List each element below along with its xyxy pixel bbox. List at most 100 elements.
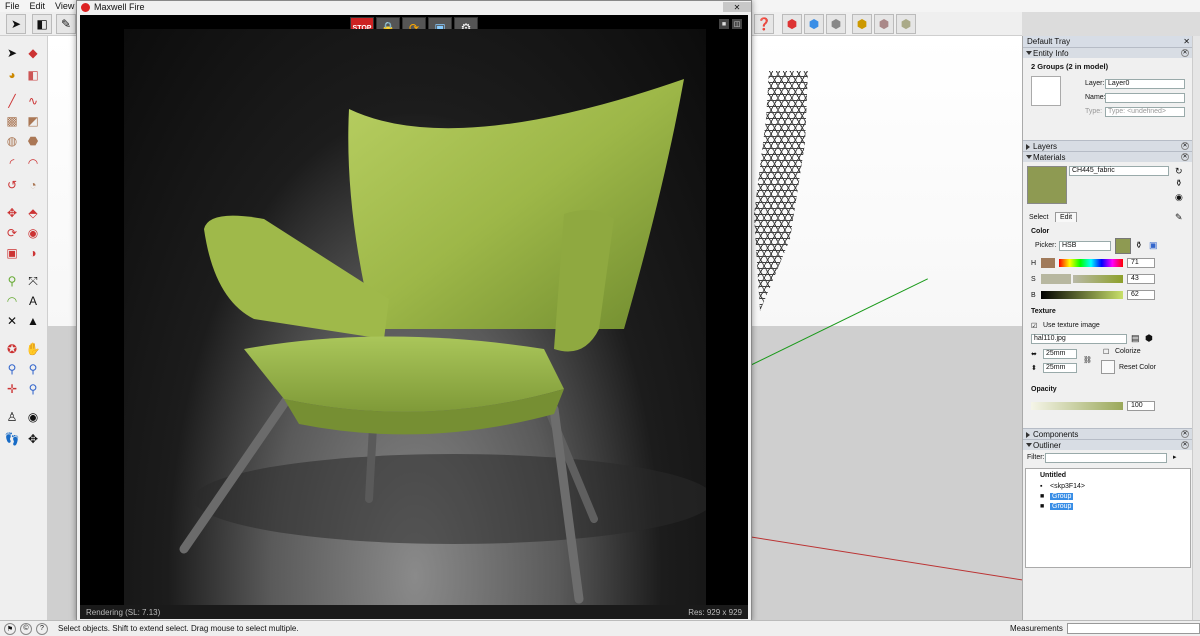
component-3-icon[interactable]: ⬢ xyxy=(896,14,916,34)
layer-select[interactable]: Layer0 xyxy=(1105,79,1185,89)
name-input[interactable] xyxy=(1105,93,1185,103)
fire-title-bar[interactable]: Maxwell Fire ✕ xyxy=(77,1,751,13)
arc-3-icon[interactable]: ↺ xyxy=(3,176,21,194)
make-component-icon[interactable]: ◆ xyxy=(24,44,42,62)
geo-location-icon[interactable]: ⚑ xyxy=(4,622,16,635)
colorize-checkbox[interactable]: ☐ xyxy=(1103,348,1109,356)
text-icon[interactable]: A xyxy=(24,292,42,310)
arrow-icon[interactable]: ➤ xyxy=(3,44,21,62)
color-picker-icon[interactable]: ▣ xyxy=(1149,240,1158,251)
materials-header[interactable]: Materials ✕ xyxy=(1023,151,1192,162)
protractor-icon[interactable]: ◠ xyxy=(3,292,21,310)
select-tool-icon[interactable]: ➤ xyxy=(6,14,26,34)
texture-width-input[interactable]: 25mm xyxy=(1043,349,1077,359)
close-icon[interactable]: ✕ xyxy=(723,2,751,12)
browse-folder-icon[interactable]: ▤ xyxy=(1131,333,1140,344)
pan-icon[interactable]: ✋ xyxy=(24,340,42,358)
orbit-icon[interactable]: ❓ xyxy=(754,14,774,34)
zoom-window-icon[interactable]: ⚲ xyxy=(24,360,42,378)
pie-icon[interactable]: ◔ xyxy=(24,176,42,194)
push-pull-icon[interactable]: ⬘ xyxy=(24,204,42,222)
texture-height-input[interactable]: 25mm xyxy=(1043,363,1077,373)
reset-color-swatch[interactable] xyxy=(1101,360,1115,374)
menu-view[interactable]: View xyxy=(50,0,79,12)
back-icon[interactable]: ◉ xyxy=(1175,192,1183,203)
tree-item[interactable]: Group xyxy=(1050,503,1074,510)
entity-info-header[interactable]: Entity Info ✕ xyxy=(1023,47,1192,58)
3d-text-icon[interactable]: ▲ xyxy=(24,312,42,330)
tree-item[interactable]: Group xyxy=(1050,493,1074,500)
line-icon[interactable]: ╱ xyxy=(3,92,21,110)
position-camera-icon[interactable]: ♙ xyxy=(3,408,21,426)
filter-input[interactable] xyxy=(1045,453,1167,463)
saturation-slider[interactable] xyxy=(1073,275,1123,283)
pencil-icon[interactable]: ✎ xyxy=(56,14,76,34)
walk-icon[interactable]: 👣 xyxy=(3,430,21,448)
red-cube-icon[interactable]: ⬢ xyxy=(782,14,802,34)
zoom-extents-icon[interactable]: ✛ xyxy=(3,380,21,398)
arc-2-icon[interactable]: ◠ xyxy=(24,154,42,172)
dimension-icon[interactable]: ⤧ xyxy=(24,272,42,290)
zoom-icon[interactable]: ⚲ xyxy=(3,360,21,378)
edit-texture-icon[interactable]: ⬢ xyxy=(1145,333,1153,344)
tape-measure-icon[interactable]: ⚲ xyxy=(3,272,21,290)
brightness-value[interactable]: 62 xyxy=(1127,290,1155,300)
previous-icon[interactable]: ⚲ xyxy=(24,380,42,398)
outliner-header[interactable]: Outliner ✕ xyxy=(1023,439,1192,450)
menu-edit[interactable]: Edit xyxy=(25,0,51,12)
outliner-root[interactable]: Untitled xyxy=(1040,472,1066,479)
panel-close-icon[interactable]: ✕ xyxy=(1181,153,1189,161)
tray-close-icon[interactable]: ✕ xyxy=(1183,36,1190,47)
components-header[interactable]: Components ✕ xyxy=(1023,428,1192,439)
zoom-fit-icon[interactable]: ◫ xyxy=(732,19,742,29)
scale-icon[interactable]: ▣ xyxy=(3,244,21,262)
axes-icon[interactable]: ✕ xyxy=(3,312,21,330)
tab-edit[interactable]: Edit xyxy=(1055,212,1078,222)
material-name-input[interactable]: CH445_fabric xyxy=(1069,166,1169,176)
panel-close-icon[interactable]: ✕ xyxy=(1181,430,1189,438)
opacity-slider[interactable] xyxy=(1031,402,1123,410)
picker-select[interactable]: HSB xyxy=(1059,241,1111,251)
arc-icon[interactable]: ◜ xyxy=(3,154,21,172)
panel-close-icon[interactable]: ✕ xyxy=(1181,441,1189,449)
component-2-icon[interactable]: ⬢ xyxy=(874,14,894,34)
orbit-tool-icon[interactable]: ✪ xyxy=(3,340,21,358)
layers-header[interactable]: Layers ✕ xyxy=(1023,140,1192,151)
eraser-icon[interactable]: ◧ xyxy=(32,14,52,34)
panel-close-icon[interactable]: ✕ xyxy=(1181,142,1189,150)
snap-icon[interactable]: ■ xyxy=(719,19,729,29)
tree-item[interactable]: <skp3F14> xyxy=(1050,483,1085,490)
blue-cube-icon[interactable]: ⬢ xyxy=(804,14,824,34)
outliner-menu-icon[interactable]: ▸ xyxy=(1173,453,1177,461)
menu-file[interactable]: File xyxy=(0,0,25,12)
hue-value[interactable]: 71 xyxy=(1127,258,1155,268)
paint-bucket-icon[interactable]: ◕ xyxy=(3,66,21,84)
credits-icon[interactable]: © xyxy=(20,622,32,635)
brightness-slider[interactable] xyxy=(1041,291,1123,299)
saturation-value[interactable]: 43 xyxy=(1127,274,1155,284)
freehand-icon[interactable]: ∿ xyxy=(24,92,42,110)
eyedropper-icon[interactable]: ✎ xyxy=(1175,212,1183,223)
rectangle-icon[interactable]: ▩ xyxy=(3,112,21,130)
use-texture-checkbox[interactable]: ☑ xyxy=(1031,322,1037,330)
rotate-icon[interactable]: ⟳ xyxy=(3,224,21,242)
move-icon[interactable]: ✥ xyxy=(3,204,21,222)
panel-close-icon[interactable]: ✕ xyxy=(1181,49,1189,57)
offset-icon[interactable]: ◑ xyxy=(24,244,42,262)
texture-file-input[interactable]: hal110.jpg xyxy=(1031,334,1127,344)
tab-select[interactable]: Select xyxy=(1029,214,1048,221)
component-icon[interactable]: ⬢ xyxy=(852,14,872,34)
rotated-rect-icon[interactable]: ◩ xyxy=(24,112,42,130)
paint-icon[interactable]: ⚱ xyxy=(1135,240,1143,251)
entity-swatch[interactable] xyxy=(1031,76,1061,106)
hue-slider[interactable] xyxy=(1059,259,1123,267)
measurements-input[interactable] xyxy=(1066,623,1200,634)
polygon-icon[interactable]: ⬣ xyxy=(24,132,42,150)
material-swatch[interactable] xyxy=(1027,166,1067,204)
sample-paint-icon[interactable]: ⚱ xyxy=(1175,178,1183,189)
look-around-icon[interactable]: ◉ xyxy=(24,408,42,426)
circle-icon[interactable]: ◍ xyxy=(3,132,21,150)
lock-aspect-icon[interactable]: ⛓ xyxy=(1083,356,1092,364)
tray-scrollbar[interactable] xyxy=(1192,36,1200,620)
section-plane-icon[interactable]: ✥ xyxy=(24,430,42,448)
